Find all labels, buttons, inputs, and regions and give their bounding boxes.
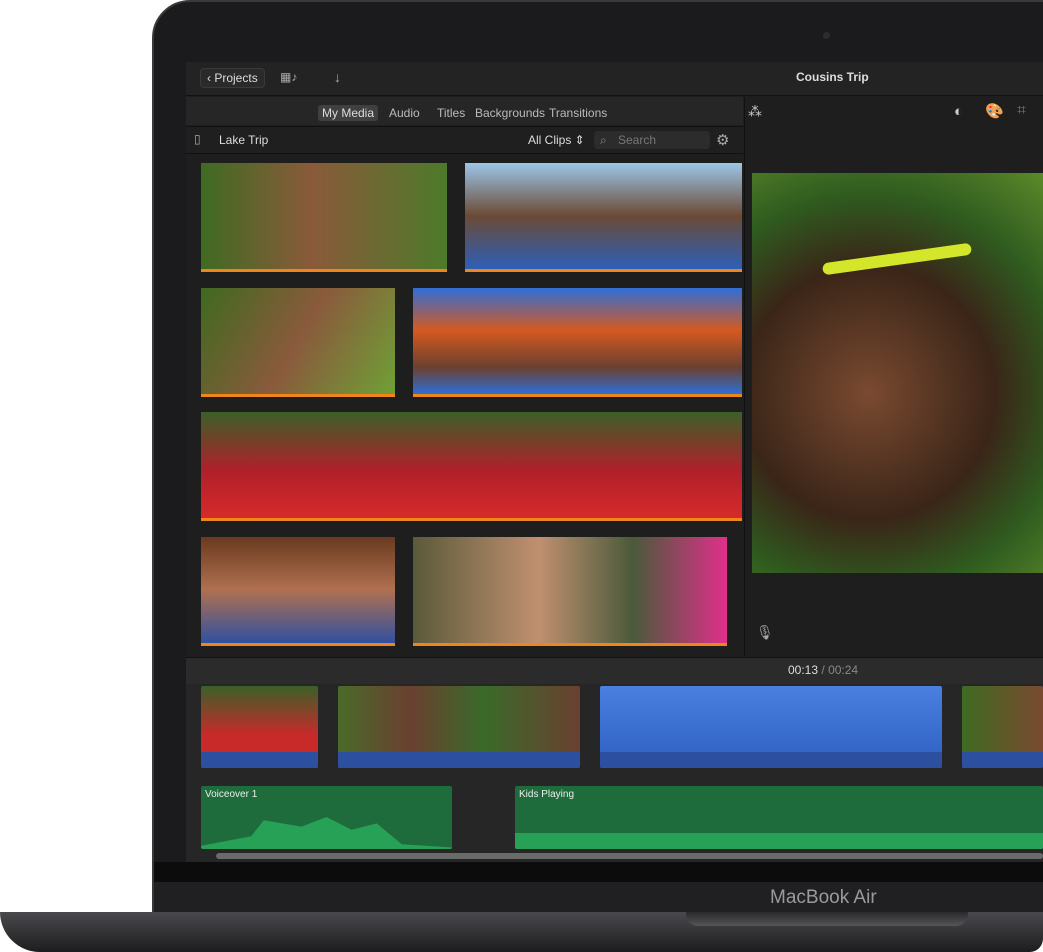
media-clip[interactable] bbox=[201, 537, 395, 646]
tab-my-media[interactable]: My Media bbox=[318, 105, 379, 121]
timeline-header bbox=[186, 657, 1043, 684]
toolbar bbox=[186, 62, 1043, 96]
media-clip[interactable] bbox=[465, 163, 742, 272]
timeline-clip[interactable] bbox=[600, 686, 942, 768]
sidebar-toggle-icon[interactable]: ▯ bbox=[194, 132, 201, 146]
settings-gear-icon[interactable]: ⚙ bbox=[716, 131, 729, 149]
tab-transitions[interactable]: Transitions bbox=[549, 106, 607, 120]
audio-clip-kids-playing[interactable]: Kids Playing bbox=[515, 786, 1043, 849]
filter-label: All Clips bbox=[528, 133, 572, 147]
crop-icon[interactable]: ⌗ bbox=[1017, 102, 1026, 120]
tab-backgrounds[interactable]: Backgrounds bbox=[475, 106, 545, 120]
color-palette-icon[interactable]: 🎨 bbox=[985, 102, 1004, 120]
search-placeholder: Search bbox=[618, 133, 657, 147]
camera bbox=[823, 32, 830, 39]
project-title: Cousins Trip bbox=[796, 70, 869, 84]
total-time: 00:24 bbox=[828, 663, 859, 677]
clips-filter[interactable]: All Clips ⇕ bbox=[528, 133, 585, 147]
media-clip[interactable] bbox=[413, 288, 742, 397]
search-input[interactable]: ⌕ Search bbox=[594, 131, 710, 149]
viewer-preview bbox=[752, 173, 1043, 573]
imovie-window: ‹ Projects ▦♪ ↓ Cousins Trip My Media Au… bbox=[186, 62, 1043, 862]
device-brand: MacBook Air bbox=[770, 887, 877, 908]
timeline-clip[interactable] bbox=[962, 686, 1043, 768]
media-import-icon[interactable]: ▦♪ bbox=[280, 70, 297, 84]
bezel-bottom bbox=[154, 882, 1043, 912]
projects-label: Projects bbox=[214, 71, 258, 85]
audio-clip-label: Kids Playing bbox=[519, 789, 575, 800]
library-name: Lake Trip bbox=[219, 133, 269, 147]
color-balance-icon[interactable]: ◐ bbox=[954, 103, 963, 120]
tab-audio[interactable]: Audio bbox=[389, 106, 420, 120]
search-icon: ⌕ bbox=[600, 133, 607, 147]
timeline-scrollbar[interactable] bbox=[216, 853, 1043, 859]
audio-clip-label: Voiceover 1 bbox=[205, 789, 258, 800]
media-clip[interactable] bbox=[201, 163, 447, 272]
goggles bbox=[821, 242, 973, 276]
timeline-clip[interactable] bbox=[338, 686, 580, 768]
audio-clip-voiceover[interactable]: Voiceover 1 bbox=[201, 786, 452, 849]
magic-wand-icon[interactable]: ⁂ bbox=[748, 103, 762, 120]
media-clip[interactable] bbox=[413, 537, 727, 646]
projects-button[interactable]: ‹ Projects bbox=[200, 68, 265, 88]
timecode: 00:13 / 00:24 bbox=[788, 663, 858, 677]
tab-titles[interactable]: Titles bbox=[437, 106, 465, 120]
time-separator: / bbox=[821, 663, 825, 677]
media-clip[interactable] bbox=[201, 288, 395, 397]
download-icon[interactable]: ↓ bbox=[334, 69, 341, 85]
timeline-clip[interactable] bbox=[201, 686, 318, 768]
current-time: 00:13 bbox=[788, 663, 819, 677]
media-clip[interactable] bbox=[201, 412, 742, 521]
microphone-icon[interactable]: 🎙 bbox=[756, 624, 774, 641]
lid-notch bbox=[686, 912, 968, 926]
